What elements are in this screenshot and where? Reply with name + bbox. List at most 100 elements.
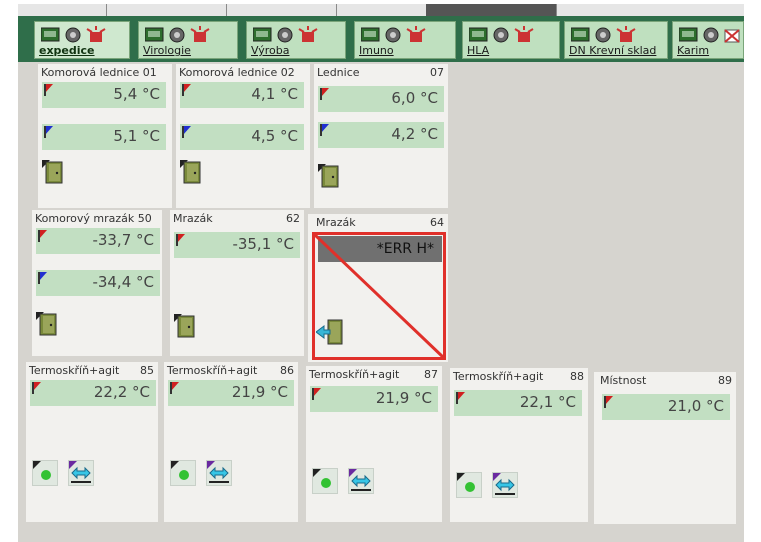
alarm-siren-icon [514,26,534,42]
sensor-panel[interactable]: Termoskříň+agit 86 21,9 °C [164,362,298,522]
temperature-value: -35,1 °C [232,235,294,253]
door-icon[interactable] [36,312,58,336]
temperature-readout: 6,0 °C [318,86,444,112]
sensor-panel[interactable]: Komorový mrazák 50 -33,7 °C -34,4 °C [32,210,162,356]
speaker-icon [65,27,81,43]
red-flag-icon [320,88,329,100]
temperature-value: 21,0 °C [667,397,724,415]
tab-dn-krevni-sklad[interactable]: DN Krevní sklad [564,21,668,59]
red-flag-icon [32,382,41,394]
speaker-icon [277,27,293,43]
monitor-icon [145,27,164,42]
red-flag-icon [456,392,465,404]
monitor-icon [679,27,698,42]
temperature-value: 6,0 °C [391,89,438,107]
temperature-readout: 22,1 °C [454,390,582,416]
agitation-arrows-icon[interactable] [348,468,374,494]
alarm-siren-icon [406,26,426,42]
temperature-readout: 4,5 °C [180,124,304,150]
red-flag-icon [182,84,191,96]
tab-virologie[interactable]: Virologie [138,21,238,59]
temperature-value: 4,1 °C [251,85,298,103]
panel-title: Komorová lednice 01 [41,66,157,79]
tab-label: HLA [467,44,490,57]
blue-flag-icon [38,272,47,284]
agitation-arrows-icon[interactable] [492,472,518,498]
tab-vyroba[interactable]: Výroba [246,21,346,59]
tab-icons [41,26,106,43]
status-led-icon[interactable] [32,460,58,486]
agitation-arrows-icon[interactable] [206,460,232,486]
temperature-readout: 4,1 °C [180,82,304,108]
tab-label: DN Krevní sklad [569,44,657,57]
temperature-value: 21,9 °C [231,383,288,401]
monitor-icon [41,27,60,42]
speaker-icon [703,27,719,43]
speaker-icon [385,27,401,43]
red-flag-icon [38,230,47,242]
temperature-readout: 5,4 °C [42,82,166,108]
panel-title: Místnost [600,374,647,387]
monitor-icon [469,27,488,42]
tab-icons [253,26,318,43]
tab-label: Imuno [359,44,394,57]
tab-bar: expedice Virologie Výroba Imuno HLA DN K… [18,16,744,62]
tab-imuno[interactable]: Imuno [354,21,456,59]
panel-title: Mrazák [173,212,213,225]
tab-hla[interactable]: HLA [462,21,560,59]
speaker-icon [595,27,611,43]
temperature-value: -33,7 °C [92,231,154,249]
sensor-panel[interactable]: Termoskříň+agit 87 21,9 °C [306,366,442,522]
temperature-value: 4,2 °C [391,125,438,143]
screen: expedice Virologie Výroba Imuno HLA DN K… [18,4,744,542]
temperature-value: 4,5 °C [251,127,298,145]
temperature-readout: -34,4 °C [36,270,160,296]
tab-label: Výroba [251,44,290,57]
agitation-arrows-icon[interactable] [68,460,94,486]
sensor-panel-error[interactable]: Mrazák 64 *ERR H* [308,214,448,362]
temperature-readout: 5,1 °C [42,124,166,150]
red-flag-icon [170,382,179,394]
panel-title: Lednice [317,66,360,79]
panel-number: 88 [570,370,584,383]
temperature-readout: 21,0 °C [602,394,730,420]
door-open-arrow-icon[interactable] [316,318,346,346]
status-led-icon[interactable] [170,460,196,486]
panel-number: 64 [430,216,444,229]
tab-label: expedice [39,44,95,57]
sensor-panel[interactable]: Komorová lednice 02 4,1 °C 4,5 °C [176,64,310,208]
red-flag-icon [44,84,53,96]
tab-icons [469,26,534,43]
monitor-icon [253,27,272,42]
red-flag-icon [176,234,185,246]
blue-flag-icon [182,126,191,138]
panel-title: Termoskříň+agit [309,368,400,381]
sensor-panel[interactable]: Termoskříň+agit 88 22,1 °C [450,368,588,522]
sensor-panel[interactable]: Komorová lednice 01 5,4 °C 5,1 °C [38,64,172,208]
alarm-siren-icon [616,26,636,42]
door-icon[interactable] [42,160,64,184]
sensor-panel[interactable]: Místnost 89 21,0 °C [594,372,736,524]
panel-number: 62 [286,212,300,225]
sensor-panel[interactable]: Termoskříň+agit 85 22,2 °C [26,362,158,522]
door-icon[interactable] [318,164,340,188]
door-icon[interactable] [174,314,196,338]
temperature-readout: 21,9 °C [168,380,294,406]
sensor-panel[interactable]: Lednice 07 6,0 °C 4,2 °C [314,64,448,208]
temperature-value: 5,4 °C [113,85,160,103]
alarm-siren-icon [86,26,106,42]
status-led-icon[interactable] [312,468,338,494]
status-led-icon[interactable] [456,472,482,498]
panel-title: Termoskříň+agit [453,370,544,383]
sensor-panel[interactable]: Mrazák 62 -35,1 °C [170,210,304,356]
tab-karim[interactable]: Karim [672,21,744,59]
speaker-icon [169,27,185,43]
temperature-value: 21,9 °C [375,389,432,407]
panel-title: Termoskříň+agit [29,364,120,377]
temperature-value: 5,1 °C [113,127,160,145]
panel-title: Komorový mrazák 50 [35,212,152,225]
panel-number: 07 [430,66,444,79]
tab-expedice[interactable]: expedice [34,21,130,59]
door-icon[interactable] [180,160,202,184]
tab-icons [571,26,636,43]
